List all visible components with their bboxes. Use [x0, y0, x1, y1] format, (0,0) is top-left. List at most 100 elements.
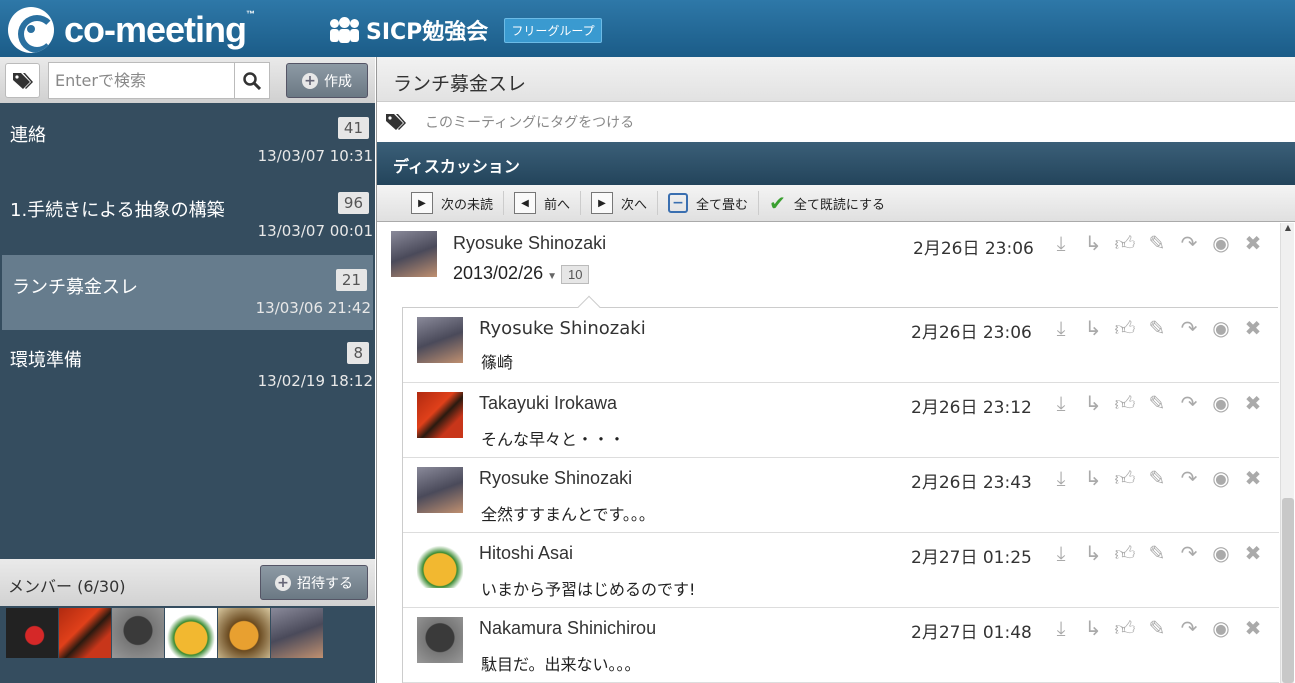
- delete-icon[interactable]: ✖: [1241, 616, 1265, 641]
- reply-actions: ⤓ ↳ 👍︎ ✎ ↷ ◉ ✖: [1049, 316, 1265, 341]
- globe-icon[interactable]: ◉: [1209, 391, 1233, 416]
- avatar[interactable]: [218, 608, 270, 658]
- meeting-item[interactable]: 連絡 41 13/03/07 10:31: [0, 103, 375, 178]
- reply-icon[interactable]: ↳: [1081, 316, 1105, 341]
- play-icon: ▶: [411, 192, 433, 214]
- chevron-down-icon[interactable]: ▼: [547, 271, 557, 282]
- edit-icon[interactable]: ✎: [1145, 231, 1169, 256]
- globe-icon[interactable]: ◉: [1209, 616, 1233, 641]
- reply-author[interactable]: Ryosuke Shinozaki: [479, 468, 632, 489]
- avatar[interactable]: [417, 617, 463, 663]
- edit-icon[interactable]: ✎: [1145, 391, 1169, 416]
- thumbs-up-icon[interactable]: 👍︎: [1113, 616, 1137, 641]
- globe-icon[interactable]: ◉: [1209, 231, 1233, 256]
- search-input[interactable]: [48, 62, 234, 99]
- meeting-title: ランチ募金スレ: [377, 57, 1295, 102]
- reply-author[interactable]: Hitoshi Asai: [479, 543, 573, 564]
- edit-icon[interactable]: ✎: [1145, 616, 1169, 641]
- reply-icon[interactable]: ↳: [1081, 231, 1105, 256]
- reply-author[interactable]: Takayuki Irokawa: [479, 393, 617, 414]
- share-icon[interactable]: ↷: [1177, 466, 1201, 491]
- scroll-up-icon[interactable]: ▲: [1281, 223, 1295, 237]
- avatar[interactable]: [165, 608, 217, 658]
- collapse-all-button[interactable]: − 全て畳む: [658, 191, 760, 215]
- delete-icon[interactable]: ✖: [1241, 231, 1265, 256]
- edit-icon[interactable]: ✎: [1145, 466, 1169, 491]
- globe-icon[interactable]: ◉: [1209, 541, 1233, 566]
- reply-icon[interactable]: ↳: [1081, 466, 1105, 491]
- avatar[interactable]: [59, 608, 111, 658]
- post-actions: ⤓ ↳ 👍︎ ✎ ↷ ◉ ✖: [1049, 231, 1265, 256]
- globe-icon[interactable]: ◉: [1209, 316, 1233, 341]
- avatar[interactable]: [417, 542, 463, 588]
- share-icon[interactable]: ↷: [1177, 541, 1201, 566]
- next-unread-button[interactable]: ▶ 次の未読: [401, 191, 505, 215]
- delete-icon[interactable]: ✖: [1241, 466, 1265, 491]
- reply-icon[interactable]: ↳: [1081, 391, 1105, 416]
- globe-icon[interactable]: ◉: [1209, 466, 1233, 491]
- avatar[interactable]: [417, 467, 463, 513]
- avatar[interactable]: [6, 608, 58, 658]
- thumbs-up-icon[interactable]: 👍︎: [1113, 231, 1137, 256]
- tag-input-placeholder[interactable]: このミーティングにタグをつける: [425, 112, 634, 132]
- share-icon[interactable]: ↷: [1177, 316, 1201, 341]
- download-icon[interactable]: ⤓: [1049, 391, 1073, 416]
- share-icon[interactable]: ↷: [1177, 391, 1201, 416]
- post-author[interactable]: Ryosuke Shinozaki: [453, 233, 606, 254]
- thumbs-up-icon[interactable]: 👍︎: [1113, 466, 1137, 491]
- member-avatars: [6, 608, 323, 658]
- edit-icon[interactable]: ✎: [1145, 316, 1169, 341]
- discussion-toolbar: ▶ 次の未読 ◀ 前へ ▶ 次へ − 全て畳む ✔ 全て既読にする: [377, 185, 1295, 222]
- reply-time: 2月27日 01:48: [911, 623, 1032, 643]
- reply-time: 2月27日 01:25: [911, 548, 1032, 568]
- mark-all-read-button[interactable]: ✔ 全て既読にする: [759, 191, 895, 215]
- unread-count-badge: 8: [347, 342, 369, 364]
- members-label: メンバー (6/30): [8, 577, 126, 596]
- download-icon[interactable]: ⤓: [1049, 616, 1073, 641]
- tag-filter-button[interactable]: [5, 63, 40, 98]
- avatar[interactable]: [271, 608, 323, 658]
- delete-icon[interactable]: ✖: [1241, 391, 1265, 416]
- logo-mark-icon: [8, 7, 54, 53]
- meeting-item[interactable]: 1.手続きによる抽象の構築 96 13/03/07 00:01: [0, 178, 375, 253]
- reply-icon[interactable]: ↳: [1081, 616, 1105, 641]
- share-icon[interactable]: ↷: [1177, 616, 1201, 641]
- delete-icon[interactable]: ✖: [1241, 541, 1265, 566]
- tag-icon: [12, 72, 33, 89]
- reply-time: 2月26日 23:43: [911, 473, 1032, 493]
- prev-button[interactable]: ◀ 前へ: [504, 191, 582, 215]
- tag-row[interactable]: このミーティングにタグをつける: [377, 102, 1295, 142]
- reply-author[interactable]: Nakamura Shinichirou: [479, 618, 656, 639]
- edit-icon[interactable]: ✎: [1145, 541, 1169, 566]
- plus-icon: +: [302, 72, 318, 89]
- search-button[interactable]: [234, 62, 270, 99]
- avatar[interactable]: [417, 392, 463, 438]
- avatar[interactable]: [417, 317, 463, 363]
- delete-icon[interactable]: ✖: [1241, 316, 1265, 341]
- download-icon[interactable]: ⤓: [1049, 316, 1073, 341]
- thumbs-up-icon[interactable]: 👍︎: [1113, 391, 1137, 416]
- download-icon[interactable]: ⤓: [1049, 541, 1073, 566]
- reply-icon[interactable]: ↳: [1081, 541, 1105, 566]
- next-button[interactable]: ▶ 次へ: [581, 191, 659, 215]
- search-icon: [243, 71, 261, 90]
- group-title[interactable]: SICP勉強会: [366, 14, 488, 46]
- thread-scrollbar[interactable]: ▲: [1280, 223, 1294, 683]
- reply-body: 全然すすまんとです。。。: [481, 505, 655, 524]
- thumbs-up-icon[interactable]: 👍︎: [1113, 316, 1137, 341]
- download-icon[interactable]: ⤓: [1049, 231, 1073, 256]
- scroll-thumb[interactable]: [1282, 498, 1294, 683]
- create-meeting-button[interactable]: + 作成: [286, 63, 368, 98]
- invite-button[interactable]: + 招待する: [260, 565, 368, 600]
- logo[interactable]: co-meeting™: [8, 7, 255, 53]
- avatar[interactable]: [112, 608, 164, 658]
- meeting-item-active[interactable]: ランチ募金スレ 21 13/03/06 21:42: [2, 255, 373, 330]
- avatar[interactable]: [391, 231, 437, 277]
- reply-body: そんな早々と・・・: [481, 430, 626, 449]
- download-icon[interactable]: ⤓: [1049, 466, 1073, 491]
- reply-author[interactable]: Ryosuke Shinozaki: [479, 318, 646, 339]
- share-icon[interactable]: ↷: [1177, 231, 1201, 256]
- post-subject[interactable]: 2013/02/26 ▼ 10: [453, 263, 590, 284]
- meeting-item[interactable]: 環境準備 8 13/02/19 18:12: [0, 328, 375, 403]
- thumbs-up-icon[interactable]: 👍︎: [1113, 541, 1137, 566]
